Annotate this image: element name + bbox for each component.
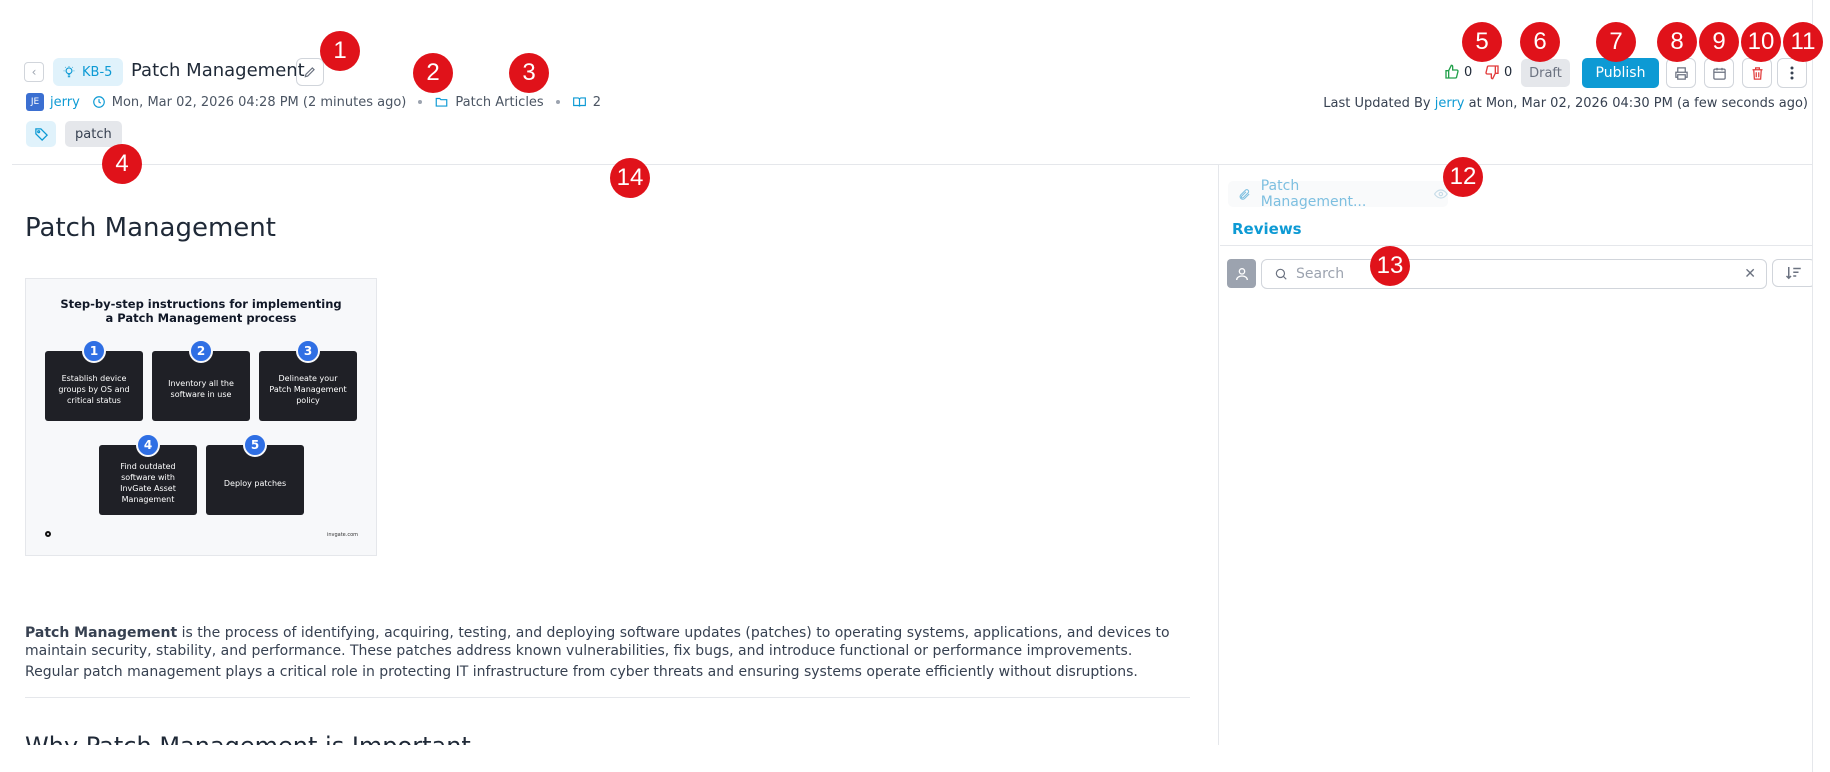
kb-id: KB-5 xyxy=(82,64,113,80)
sort-icon xyxy=(1785,267,1801,280)
paperclip-icon xyxy=(1239,188,1250,200)
article-image: Step-by-step instructions for implementi… xyxy=(25,278,377,556)
thumbs-up-icon xyxy=(1445,64,1459,79)
annotation-marker: 2 xyxy=(413,53,453,93)
meta-row: JE jerry Mon, Mar 02, 2026 04:28 PM (2 m… xyxy=(26,93,601,111)
article-divider xyxy=(25,697,1190,698)
add-tag-button[interactable] xyxy=(26,121,56,147)
like-count: 0 xyxy=(1464,64,1473,80)
sort-button[interactable] xyxy=(1772,259,1816,287)
delete-button[interactable] xyxy=(1742,58,1772,88)
lightbulb-icon xyxy=(63,66,75,78)
last-updated: Last Updated By jerry at Mon, Mar 02, 20… xyxy=(1323,96,1808,111)
attachment-chip[interactable]: Patch Management... xyxy=(1228,178,1448,210)
print-button[interactable] xyxy=(1666,58,1696,88)
panel-divider xyxy=(1218,165,1219,745)
eye-icon[interactable] xyxy=(1434,187,1448,201)
article-title: Patch Management xyxy=(25,213,276,243)
annotation-marker: 5 xyxy=(1462,22,1502,62)
book-icon xyxy=(572,97,586,107)
clear-search-icon[interactable]: ✕ xyxy=(1744,266,1756,282)
user-avatar xyxy=(1227,259,1256,288)
tag-icon xyxy=(34,127,48,141)
updated-time: at Mon, Mar 02, 2026 04:30 PM (a few sec… xyxy=(1468,96,1808,111)
annotation-marker: 7 xyxy=(1596,22,1636,62)
pencil-icon xyxy=(304,67,315,78)
figure-step-number: 4 xyxy=(136,433,160,457)
edit-title-button[interactable] xyxy=(296,58,324,86)
figure-title-line2: a Patch Management process xyxy=(105,311,297,325)
annotation-marker: 1 xyxy=(320,31,360,71)
paragraph-bold-term: Patch Management xyxy=(25,625,178,641)
dislike-count: 0 xyxy=(1504,64,1513,80)
annotation-marker: 9 xyxy=(1699,22,1739,62)
search-input[interactable] xyxy=(1296,266,1736,282)
annotation-marker: 10 xyxy=(1741,22,1781,62)
printer-icon xyxy=(1674,66,1688,80)
figure-title-line1: Step-by-step instructions for implementi… xyxy=(60,297,342,311)
separator-dot xyxy=(418,100,423,104)
article-header-title: Patch Management xyxy=(131,60,305,81)
invgate-logo-icon xyxy=(45,531,51,537)
figure-footer: invgate.com xyxy=(326,532,358,538)
annotation-marker: 13 xyxy=(1370,246,1410,286)
author-link[interactable]: jerry xyxy=(50,95,80,110)
kb-id-badge: KB-5 xyxy=(53,58,123,86)
thumbs-down-icon xyxy=(1485,65,1499,80)
like-button[interactable]: 0 xyxy=(1444,64,1472,80)
more-options-button[interactable] xyxy=(1777,58,1807,88)
review-search[interactable]: ✕ xyxy=(1261,259,1767,289)
schedule-button[interactable] xyxy=(1704,58,1734,88)
paragraph-text: is the process of identifying, acquiring… xyxy=(25,625,1170,659)
clock-icon xyxy=(92,96,105,108)
annotation-marker: 12 xyxy=(1443,157,1483,197)
updated-prefix: Last Updated By xyxy=(1323,96,1431,111)
annotation-marker: 8 xyxy=(1657,22,1697,62)
views-count: 2 xyxy=(592,94,601,110)
trash-icon xyxy=(1752,66,1762,80)
annotation-marker: 11 xyxy=(1783,22,1823,62)
annotation-marker: 14 xyxy=(610,158,650,198)
annotation-marker: 4 xyxy=(102,144,142,184)
kebab-menu-icon xyxy=(1790,66,1794,80)
status-badge: Draft xyxy=(1521,59,1570,87)
figure-step-number: 1 xyxy=(82,339,106,363)
updated-user-link[interactable]: jerry xyxy=(1435,96,1465,111)
tab-reviews[interactable]: Reviews xyxy=(1232,220,1302,238)
author-avatar: JE xyxy=(26,93,44,111)
chevron-left-icon: ‹ xyxy=(31,65,37,79)
calendar-icon xyxy=(1712,67,1726,80)
dislike-button[interactable]: 0 xyxy=(1484,64,1512,80)
created-date: Mon, Mar 02, 2026 04:28 PM (2 minutes ag… xyxy=(111,94,407,110)
figure-title: Step-by-step instructions for implementi… xyxy=(26,297,376,325)
folder-icon xyxy=(436,97,448,107)
back-button[interactable]: ‹ xyxy=(24,62,44,82)
category-link[interactable]: Patch Articles xyxy=(455,95,543,110)
scrollbar-gutter xyxy=(1812,0,1830,772)
article-paragraph-2: Regular patch management plays a critica… xyxy=(25,664,1138,680)
figure-step-number: 5 xyxy=(243,433,267,457)
header-divider xyxy=(12,164,1812,165)
separator-dot xyxy=(555,100,560,104)
publish-button[interactable]: Publish xyxy=(1582,58,1659,88)
figure-step-number: 3 xyxy=(296,339,320,363)
attachment-name: Patch Management... xyxy=(1260,178,1367,210)
search-icon xyxy=(1275,268,1287,280)
tab-divider xyxy=(1220,245,1812,246)
tag-chip[interactable]: patch xyxy=(65,121,122,147)
figure-step-number: 2 xyxy=(189,339,213,363)
annotation-marker: 3 xyxy=(509,53,549,93)
user-icon xyxy=(1235,267,1248,280)
article-section-heading: Why Patch Management is Important xyxy=(25,731,471,745)
article-paragraph-1: Patch Management is the process of ident… xyxy=(25,624,1185,660)
annotation-marker: 6 xyxy=(1520,22,1560,62)
